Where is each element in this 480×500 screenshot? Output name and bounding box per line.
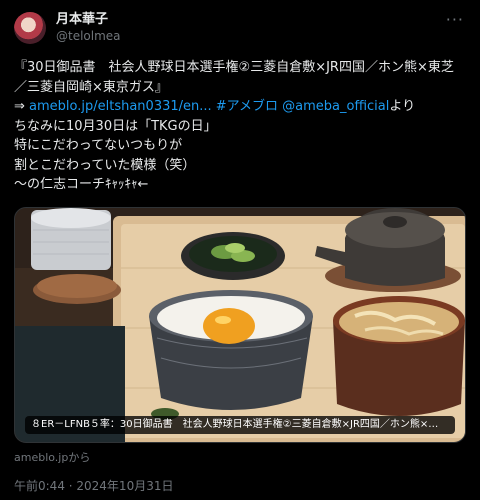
hashtag-link[interactable]: #アメブロ: [212, 99, 278, 114]
arrow-text: ⇒: [14, 99, 30, 114]
yori-text: より: [389, 99, 416, 114]
author-handle[interactable]: @telolmea: [56, 28, 121, 44]
tweet-header: 月本華子 @telolmea: [14, 10, 466, 46]
tweet-line-5: ～の仁志コーチｷｬｯｷｬ←: [14, 177, 149, 192]
tweet-line-1: 『30日御品書 社会人野球日本選手権②三菱自倉敷×JR四国／ホン熊×東芝／三菱自…: [14, 60, 454, 95]
more-options-icon[interactable]: ···: [446, 12, 464, 28]
tweet-line-3: 特にこだわってないつもりが: [14, 138, 183, 153]
mention-link[interactable]: @ameba_official: [278, 99, 389, 114]
link-card-caption: ８ER－LFNB５率：30日御品書 社会人野球日本選手権②三菱自倉敷×JR四国／…: [25, 415, 455, 434]
author-names: 月本華子 @telolmea: [56, 12, 121, 44]
tweet-line-4: 割とこだわっていた模様（笑）: [14, 157, 196, 173]
link-source[interactable]: ameblo.jpから: [14, 449, 466, 465]
tweet-timestamp[interactable]: 午前0:44 · 2024年10月31日: [14, 477, 466, 494]
food-photo: [15, 207, 465, 442]
tweet-card: 月本華子 @telolmea ··· 『30日御品書 社会人野球日本選手権②三菱…: [0, 0, 480, 500]
tweet-line-2: ちなみに10月30日は「TKGの日」: [14, 118, 217, 134]
ameblo-link[interactable]: ameblo.jp/eltshan0331/en...: [29, 99, 212, 114]
tweet-text: 『30日御品書 社会人野球日本選手権②三菱自倉敷×JR四国／ホン熊×東芝／三菱自…: [14, 58, 466, 195]
avatar[interactable]: [14, 12, 46, 44]
author-display-name[interactable]: 月本華子: [56, 12, 121, 28]
link-card-image[interactable]: ８ER－LFNB５率：30日御品書 社会人野球日本選手権②三菱自倉敷×JR四国／…: [14, 206, 466, 443]
tweet-line-link: ⇒ ameblo.jp/eltshan0331/en... #アメブロ @ame…: [14, 97, 466, 117]
